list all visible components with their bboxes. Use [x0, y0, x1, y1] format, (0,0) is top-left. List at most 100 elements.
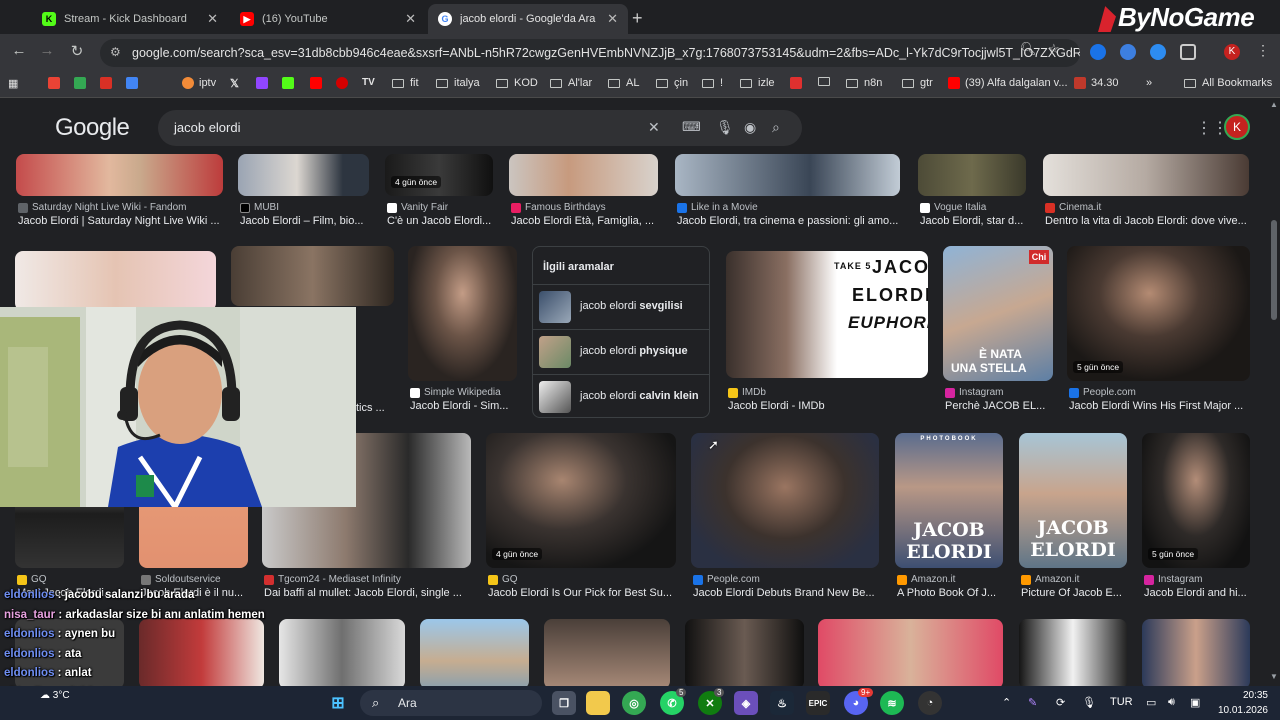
windows-start-icon[interactable]: ⊞ [326, 691, 350, 715]
profile-avatar[interactable]: K [1224, 44, 1240, 60]
app-icon[interactable]: ◈ [734, 691, 758, 715]
bookmark-folder-all-bookmarks[interactable]: All Bookmarks [1184, 77, 1272, 89]
scroll-up-icon[interactable]: ▲ [1270, 100, 1278, 109]
scrollbar-thumb[interactable] [1271, 220, 1277, 320]
clear-icon[interactable]: ✕ [648, 119, 660, 136]
search-box[interactable]: jacob elordi ✕ ⌨ 🎙︎ ◉ ⌕ [158, 110, 802, 146]
translate-icon[interactable] [126, 77, 143, 89]
forward-button[interactable]: → [36, 42, 58, 59]
result-thumbnail[interactable] [16, 154, 223, 196]
epic-games-icon[interactable]: EPIC [806, 691, 830, 715]
extension-icon[interactable] [1090, 44, 1106, 60]
close-icon[interactable]: ✕ [207, 11, 218, 27]
image-result[interactable] [544, 619, 671, 686]
extensions-puzzle-icon[interactable] [1180, 44, 1196, 60]
battery-icon[interactable]: ▣ [1190, 696, 1200, 709]
image-result[interactable]: MUBI Jacob Elordi – Film, bio... [238, 154, 370, 232]
result-title[interactable]: Jacob Elordi - Sim... [410, 400, 518, 412]
result-thumbnail[interactable] [15, 251, 216, 311]
network-icon[interactable]: ▭ [1146, 696, 1156, 709]
result-thumbnail[interactable]: 4 gün önce [385, 154, 493, 196]
image-result[interactable]: TAKE 5 JACOB ELORDI EUPHORIA IMDb Jacob … [726, 251, 929, 416]
image-result[interactable] [420, 619, 530, 686]
search-icon[interactable]: ⌕ [772, 119, 780, 136]
keyboard-icon[interactable]: ⌨ [682, 119, 701, 135]
result-title[interactable]: Jacob Elordi Età, Famiglia, ... [511, 215, 659, 227]
scroll-down-icon[interactable]: ▼ [1270, 672, 1278, 681]
bookmark-icon[interactable] [48, 77, 65, 89]
pdf-icon[interactable] [790, 77, 807, 89]
result-thumbnail[interactable] [918, 154, 1026, 196]
image-result[interactable] [1019, 619, 1128, 686]
bookmark-folder-italya[interactable]: italya [436, 77, 480, 89]
spotify-icon[interactable]: ≋ [880, 691, 904, 715]
image-result[interactable]: Cinema.it Dentro la vita di Jacob Elordi… [1043, 154, 1251, 232]
weather-widget[interactable]: ☁ 3°C [40, 690, 70, 701]
result-thumbnail[interactable] [818, 619, 1003, 686]
result-thumbnail[interactable] [685, 619, 804, 686]
result-title[interactable]: Jacob Elordi Is Our Pick for Best Su... [488, 587, 676, 599]
maps-icon[interactable] [74, 77, 91, 89]
system-clock[interactable]: 20:35 10.01.2026 [1212, 688, 1268, 718]
task-view-icon[interactable]: ❐ [552, 691, 576, 715]
apps-grid-icon[interactable]: ▦ [8, 77, 18, 90]
image-result[interactable] [818, 619, 1004, 686]
tab-kick-dashboard[interactable]: K Stream - Kick Dashboard ✕ [32, 4, 228, 34]
volume-icon[interactable]: 🔊︎ [1168, 696, 1175, 709]
bookmark-folder-izle[interactable]: izle [740, 77, 775, 89]
result-thumbnail[interactable] [509, 154, 658, 196]
bookmark-folder-cin[interactable]: çin [656, 77, 688, 89]
microphone-icon[interactable]: 🎙︎ [1082, 696, 1096, 709]
reload-button[interactable]: ↻ [66, 42, 88, 60]
lens-icon[interactable]: ◉ [744, 119, 756, 136]
related-search-item[interactable]: jacob elordi sevgilisi [533, 284, 709, 328]
result-title[interactable]: Jacob Elordi | Saturday Night Live Wiki … [18, 215, 224, 227]
result-thumbnail[interactable] [420, 619, 529, 686]
image-result[interactable] [1142, 619, 1251, 686]
image-result[interactable]: PHOTOBOOK JACOB ELORDI Amazon.it A Photo… [895, 433, 1004, 603]
menu-kebab-icon[interactable]: ⋮ [1256, 42, 1270, 59]
file-explorer-icon[interactable] [586, 691, 610, 715]
result-title[interactable]: Jacob Elordi, tra cinema e passioni: gli… [677, 215, 901, 227]
gmail-icon[interactable] [100, 77, 117, 89]
image-result[interactable]: JACOB ELORDI Amazon.it Picture Of Jacob … [1019, 433, 1128, 603]
microphone-icon[interactable]: 🎙︎ [716, 119, 734, 136]
pen-icon[interactable]: ✎ [1028, 696, 1037, 709]
result-thumbnail[interactable]: JACOB ELORDI [1019, 433, 1127, 568]
address-bar[interactable]: ⚙ google.com/search?sca_esv=31db8cbb946c… [100, 39, 1080, 67]
tv-icon[interactable]: TV [362, 77, 375, 88]
image-result[interactable]: Simple Wikipedia Jacob Elordi - Sim... [408, 246, 518, 416]
result-title[interactable]: Picture Of Jacob E... [1021, 587, 1128, 599]
result-title[interactable]: Jacob Elordi – Film, bio... [240, 215, 370, 227]
bookmark-3430[interactable]: 34.30 [1074, 77, 1119, 89]
valorant-icon[interactable] [336, 77, 353, 89]
result-thumbnail[interactable]: 4 gün önce [486, 433, 676, 568]
kick-icon[interactable] [282, 77, 299, 89]
extension-icon[interactable] [1120, 44, 1136, 60]
more-bookmarks-chevron-icon[interactable]: » [1146, 77, 1152, 89]
tab-youtube[interactable]: ▶ (16) YouTube ✕ [230, 4, 426, 34]
image-result[interactable]: Like in a Movie Jacob Elordi, tra cinema… [675, 154, 901, 232]
bookmark-folder-fit[interactable]: fit [392, 77, 419, 89]
sync-icon[interactable]: ⟳ [1056, 696, 1065, 709]
result-thumbnail[interactable]: TAKE 5 JACOB ELORDI EUPHORIA [726, 251, 928, 378]
result-title[interactable]: tics ... [356, 402, 385, 414]
result-title[interactable]: Jacob Elordi Debuts Brand New Be... [693, 587, 880, 599]
app-icon[interactable]: ◔ [918, 691, 942, 715]
taskbar-search[interactable]: ⌕ Ara [360, 690, 542, 716]
result-thumbnail[interactable] [691, 433, 879, 568]
bookmark-folder[interactable] [818, 77, 836, 86]
extension-icon[interactable] [1150, 44, 1166, 60]
bookmark-folder-gtr[interactable]: gtr [902, 77, 933, 89]
account-avatar[interactable]: K [1224, 114, 1250, 140]
result-title[interactable]: Jacob Elordi - IMDb [728, 400, 928, 412]
image-result[interactable]: Chi È NATA UNA STELLA Instagram Perchè J… [943, 246, 1053, 416]
google-logo[interactable]: Google [55, 114, 130, 142]
result-thumbnail[interactable]: 5 gün önce [1142, 433, 1250, 568]
result-thumbnail[interactable] [675, 154, 900, 196]
chrome-icon[interactable]: ◎ [622, 691, 646, 715]
result-thumbnail[interactable]: 5 gün önce [1067, 246, 1250, 381]
back-button[interactable]: ← [8, 42, 30, 59]
new-tab-button[interactable]: + [632, 8, 643, 29]
result-thumbnail[interactable] [231, 246, 394, 306]
